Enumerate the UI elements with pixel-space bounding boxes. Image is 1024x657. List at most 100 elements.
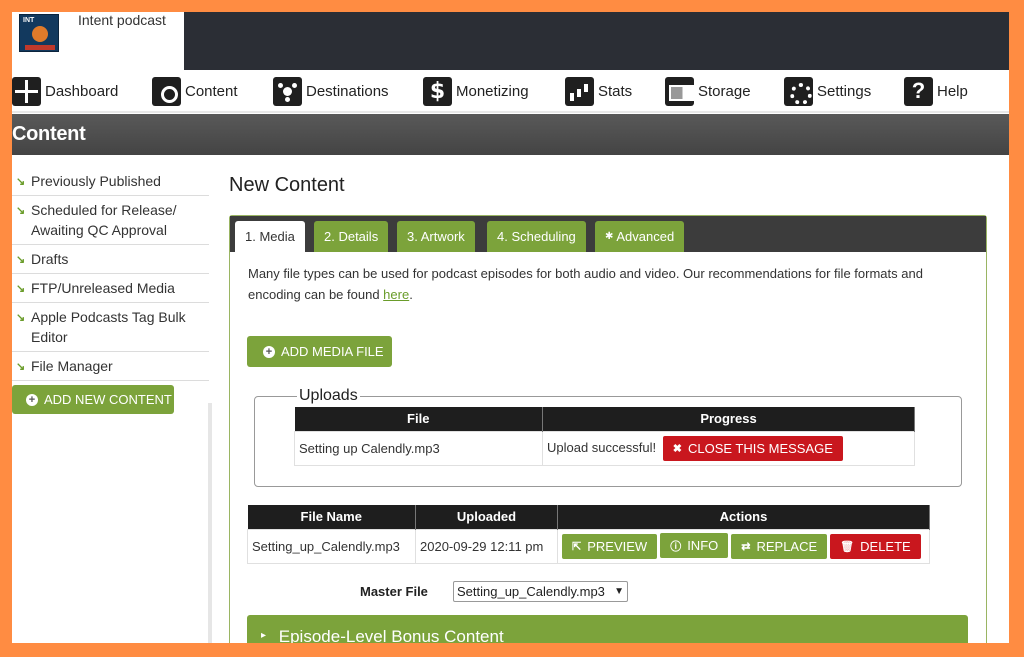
table-row: Setting up Calendly.mp3 Upload successfu… bbox=[294, 430, 915, 466]
master-file-label: Master File bbox=[360, 584, 428, 599]
top-bar: INT Intent podcast bbox=[12, 12, 1009, 70]
file-uploaded-date: 2020-09-29 12:11 pm bbox=[415, 528, 558, 564]
nav-label: Storage bbox=[698, 82, 751, 100]
file-name: Setting_up_Calendly.mp3 bbox=[247, 528, 416, 564]
intro-end: . bbox=[409, 287, 413, 302]
column-header: File bbox=[294, 407, 543, 431]
tab-scheduling[interactable]: 4. Scheduling bbox=[487, 221, 586, 252]
podcast-logo[interactable]: INT bbox=[19, 14, 59, 52]
preview-button[interactable]: ⇱ PREVIEW bbox=[562, 533, 658, 559]
content-icon bbox=[152, 76, 181, 106]
app-frame: INT Intent podcast Dashboard Content Des… bbox=[12, 12, 1009, 643]
main-title: New Content bbox=[229, 174, 345, 196]
table-header-row: File Name Uploaded Actions bbox=[247, 505, 930, 529]
sidebar-item-drafts[interactable]: ↘ Drafts bbox=[12, 245, 209, 274]
tab-label: 2. Details bbox=[324, 229, 379, 244]
master-file-value: Setting_up_Calendly.mp3 bbox=[457, 584, 605, 599]
tab-bar: 1. Media 2. Details 3. Artwork 4. Schedu… bbox=[230, 216, 986, 252]
intro-body: Many file types can be used for podcast … bbox=[248, 266, 923, 302]
arrow-icon: ↘ bbox=[16, 361, 26, 373]
brand-block[interactable]: INT Intent podcast bbox=[12, 12, 184, 70]
sidebar-item-label: Scheduled for Release/ Awaiting QC Appro… bbox=[31, 202, 177, 238]
page-title: Content bbox=[12, 123, 86, 145]
dashboard-icon bbox=[12, 76, 41, 106]
replace-button[interactable]: ⇄ REPLACE bbox=[731, 533, 828, 559]
nav-monetizing[interactable]: $ Monetizing bbox=[423, 75, 529, 107]
sidebar-item-label: Previously Published bbox=[31, 173, 161, 189]
upload-status: Upload successful! bbox=[547, 439, 657, 455]
tab-media[interactable]: 1. Media bbox=[235, 221, 305, 252]
tab-label: 3. Artwork bbox=[407, 229, 465, 244]
nav-content[interactable]: Content bbox=[152, 75, 238, 107]
tab-details[interactable]: 2. Details bbox=[314, 221, 389, 252]
sidebar-divider bbox=[208, 403, 212, 643]
sidebar-item-label: File Manager bbox=[31, 358, 113, 374]
storage-icon bbox=[665, 76, 694, 106]
gears-icon bbox=[784, 76, 813, 106]
upload-progress-cell: Upload successful! ✖ CLOSE THIS MESSAGE bbox=[542, 430, 915, 466]
sidebar: ↘ Previously Published ↘ Scheduled for R… bbox=[12, 167, 209, 643]
button-label: ADD NEW CONTENT bbox=[44, 392, 172, 407]
logo-figure bbox=[32, 26, 48, 42]
files-table: File Name Uploaded Actions Setting_up_Ca… bbox=[247, 505, 930, 564]
nav-dashboard[interactable]: Dashboard bbox=[12, 75, 118, 107]
sidebar-item-label: Apple Podcasts Tag Bulk Editor bbox=[31, 309, 186, 345]
tab-advanced[interactable]: ✱ Advanced bbox=[595, 221, 685, 252]
info-icon: ⓘ bbox=[670, 540, 682, 553]
tab-artwork[interactable]: 3. Artwork bbox=[397, 221, 475, 252]
recommendations-link[interactable]: here bbox=[383, 287, 409, 302]
question-icon: ? bbox=[904, 76, 933, 106]
add-media-file-button[interactable]: + ADD MEDIA FILE bbox=[247, 336, 392, 367]
button-label: INFO bbox=[687, 538, 719, 554]
nav-storage[interactable]: Storage bbox=[665, 75, 751, 107]
podcast-name: Intent podcast bbox=[78, 12, 166, 28]
nav-label: Settings bbox=[817, 82, 872, 100]
master-file-select[interactable]: Setting_up_Calendly.mp3 ▼ bbox=[453, 581, 628, 602]
uploads-legend: Uploads bbox=[297, 387, 360, 405]
nav-destinations[interactable]: Destinations bbox=[273, 75, 389, 107]
tab-label: 4. Scheduling bbox=[497, 229, 576, 244]
tab-label: Advanced bbox=[616, 229, 675, 244]
table-row: Setting_up_Calendly.mp3 2020-09-29 12:11… bbox=[247, 528, 930, 564]
destinations-icon bbox=[273, 76, 302, 106]
arrow-icon: ↘ bbox=[16, 312, 26, 324]
gear-icon: ✱ bbox=[605, 231, 614, 242]
info-button[interactable]: ⓘ INFO bbox=[660, 533, 729, 559]
nav-label: Help bbox=[937, 82, 968, 100]
button-label: REPLACE bbox=[756, 538, 818, 554]
arrow-icon: ↘ bbox=[16, 254, 26, 266]
content-panel: 1. Media 2. Details 3. Artwork 4. Schedu… bbox=[229, 215, 987, 643]
delete-button[interactable]: 🗑 DELETE bbox=[830, 533, 921, 559]
add-new-content-button[interactable]: + ADD NEW CONTENT bbox=[12, 385, 174, 414]
sidebar-item-apple-tag-editor[interactable]: ↘ Apple Podcasts Tag Bulk Editor bbox=[12, 303, 209, 352]
sidebar-item-file-manager[interactable]: ↘ File Manager bbox=[12, 352, 209, 381]
sidebar-item-ftp[interactable]: ↘ FTP/Unreleased Media bbox=[12, 274, 209, 303]
nav-stats[interactable]: Stats bbox=[565, 75, 632, 107]
swap-icon: ⇄ bbox=[741, 540, 751, 553]
upload-file-name: Setting up Calendly.mp3 bbox=[294, 430, 543, 466]
nav-settings[interactable]: Settings bbox=[784, 75, 871, 107]
column-header: Actions bbox=[557, 505, 930, 529]
nav-help[interactable]: ? Help bbox=[904, 75, 968, 107]
stats-icon bbox=[565, 76, 594, 106]
column-header: Progress bbox=[542, 407, 915, 431]
nav-label: Stats bbox=[598, 82, 633, 100]
intro-text: Many file types can be used for podcast … bbox=[248, 263, 968, 305]
arrow-icon: ↘ bbox=[16, 205, 26, 217]
button-label: CLOSE THIS MESSAGE bbox=[687, 440, 833, 456]
arrow-icon: ↘ bbox=[16, 176, 26, 188]
tab-label: 1. Media bbox=[245, 229, 295, 244]
bonus-content-section[interactable]: ▸ Episode-Level Bonus Content bbox=[247, 615, 968, 643]
logo-banner bbox=[25, 45, 55, 50]
close-message-button[interactable]: ✖ CLOSE THIS MESSAGE bbox=[662, 435, 843, 461]
file-actions-cell: ⇱ PREVIEW ⓘ INFO ⇄ REPLACE 🗑 DELETE bbox=[557, 528, 930, 564]
nav-label: Content bbox=[185, 82, 238, 100]
plus-icon: + bbox=[26, 393, 38, 406]
close-icon: ✖ bbox=[672, 442, 682, 455]
page-header: Content bbox=[12, 114, 1009, 155]
expand-icon: ▸ bbox=[261, 630, 267, 641]
chevron-down-icon: ▼ bbox=[614, 586, 624, 597]
plus-icon: + bbox=[263, 345, 275, 358]
sidebar-item-scheduled[interactable]: ↘ Scheduled for Release/ Awaiting QC App… bbox=[12, 196, 209, 245]
sidebar-item-previously-published[interactable]: ↘ Previously Published bbox=[12, 167, 209, 196]
